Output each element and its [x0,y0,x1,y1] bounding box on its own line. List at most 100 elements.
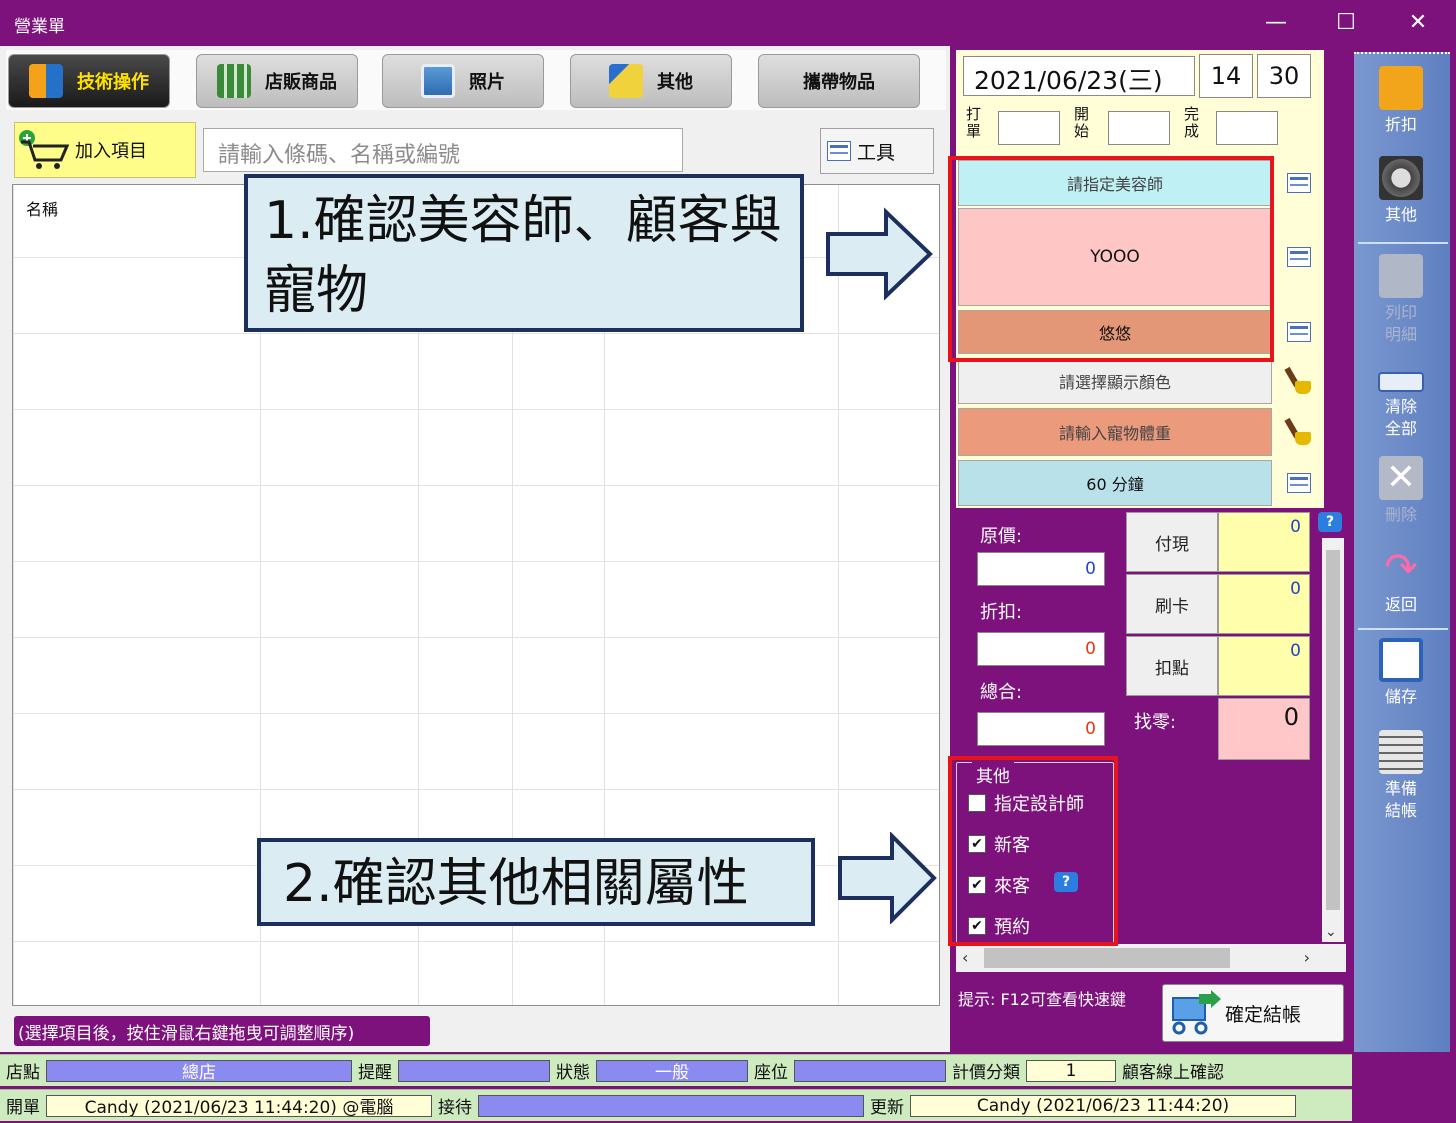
status-row-1: 店點 總店 提醒 狀態 一般 座位 計價分類 1 顧客線上確認 [0,1054,1352,1086]
customer-list-button[interactable] [1276,208,1322,306]
help-icon[interactable]: ? [1318,512,1342,532]
open-field: Candy (2021/06/23 11:44:20) @電腦 [46,1094,432,1117]
change-label: 找零: [1134,712,1177,733]
clear-color-button[interactable] [1276,358,1322,404]
remind-label: 提醒 [358,1063,392,1083]
confirm-checkout-label: 確定結帳 [1225,1003,1302,1026]
column-header-name[interactable]: 名稱 [26,196,58,220]
toolbar-label: 刪除 [1384,505,1417,524]
date-field[interactable]: 2021/06/23(三) [963,56,1195,96]
list-icon [1287,247,1311,267]
original-price-field[interactable]: 0 [977,552,1105,586]
title-bar [0,0,1456,46]
total-field[interactable]: 0 [977,712,1105,746]
scroll-thumb[interactable] [1326,550,1340,910]
arrow-right-icon [826,207,933,301]
duration-list-button[interactable] [1276,460,1322,506]
tools-label: 工具 [857,141,896,164]
chevron-down-icon[interactable]: ⌄ [1325,924,1337,940]
tools-button[interactable]: 工具 [820,128,934,174]
beautician-list-button[interactable] [1276,160,1322,206]
clear-weight-button[interactable] [1276,408,1322,456]
reception-field[interactable] [478,1094,864,1117]
technical-icon [29,64,63,98]
store-field[interactable]: 總店 [46,1059,352,1082]
return-icon: ↷ [1384,545,1418,591]
cart-checkout-icon [1172,990,1221,1035]
list-hint: (選擇項目後，按住滑鼠右鍵拖曳可調整順序) [14,1016,430,1046]
window-title: 營業單 [14,17,65,37]
discount-label: 折扣: [980,602,1023,623]
add-item-button[interactable]: 加入項目 [14,122,196,178]
punch-label: 打單 [966,105,982,140]
weight-button[interactable]: 請輸入寵物體重 [958,408,1272,456]
cash-field[interactable]: 0 [1218,512,1310,572]
photo-icon [421,64,455,98]
toolbar-separator [1358,242,1448,244]
broom-icon [1286,418,1312,446]
clear-all-button[interactable]: 清除全部 [1362,372,1440,440]
other-button[interactable]: 其他 [1362,156,1440,226]
toolbar-label: 列印明細 [1384,303,1417,344]
clear-icon [1378,372,1424,392]
search-input[interactable]: 請輸入條碼、名稱或編號 [203,128,683,172]
chevron-right-icon[interactable]: › [1304,948,1310,967]
minimize-button[interactable]: — [1256,8,1296,38]
list-icon [827,141,851,161]
punch-time-field[interactable] [998,111,1060,145]
tab-photos[interactable]: 照片 [382,54,544,108]
print-detail-button[interactable]: 列印明細 [1362,254,1440,346]
minute-field[interactable]: 30 [1257,54,1311,98]
list-icon [1287,473,1311,493]
duration-button[interactable]: 60 分鐘 [958,460,1272,506]
color-button[interactable]: 請選擇顯示顏色 [958,358,1272,404]
close-button[interactable]: ✕ [1398,8,1438,38]
seat-field[interactable] [794,1059,946,1082]
horizontal-scrollbar[interactable]: ‹ › [956,944,1346,972]
delete-icon: ✕ [1379,456,1423,500]
total-label: 總合: [980,682,1023,703]
maximize-button[interactable]: ☐ [1326,8,1366,38]
open-label: 開單 [6,1098,40,1118]
toolbar-separator [1358,628,1448,630]
annotation-step1: 1.確認美容師、顧客與寵物 [244,174,804,332]
bottles-icon [217,64,251,98]
hour-field[interactable]: 14 [1199,54,1253,98]
card-field[interactable]: 0 [1218,574,1310,634]
points-label: 扣點 [1126,636,1218,696]
remind-field[interactable] [398,1059,550,1082]
discount-button[interactable]: 折扣 [1362,66,1440,136]
tab-technical[interactable]: 技術操作 [8,54,170,108]
tab-label: 店販商品 [265,72,337,93]
toolbar-label: 準備結帳 [1384,779,1417,820]
annotation-step2: 2.確認其他相關屬性 [257,838,815,926]
toolbar-label: 其他 [1384,205,1417,224]
confirm-checkout-button[interactable]: 確定結帳 [1162,984,1344,1042]
card-label: 刷卡 [1126,574,1218,634]
return-button[interactable]: ↷ 返回 [1362,546,1440,616]
tab-other[interactable]: 其他 [570,54,732,108]
arrow-right-icon [838,832,937,924]
chevron-left-icon[interactable]: ‹ [962,948,968,967]
start-time-field[interactable] [1108,111,1170,145]
change-field: 0 [1218,698,1310,760]
delete-button[interactable]: ✕ 刪除 [1362,456,1440,526]
tab-label: 照片 [469,72,505,93]
prepare-checkout-button[interactable]: 準備結帳 [1362,730,1440,822]
pet-list-button[interactable] [1276,310,1322,354]
state-field[interactable]: 一般 [596,1059,748,1082]
broom-icon [1286,367,1312,395]
tab-retail[interactable]: 店販商品 [196,54,358,108]
toolbar-label: 折扣 [1384,115,1417,134]
finish-time-field[interactable] [1216,111,1278,145]
tab-label: 攜帶物品 [803,72,875,93]
vertical-scrollbar[interactable]: ⌄ [1322,538,1344,942]
tab-carry-items[interactable]: 攜帶物品 [758,54,920,108]
scroll-thumb[interactable] [984,948,1230,968]
tab-label: 技術操作 [77,72,149,93]
list-icon [1287,322,1311,342]
points-field[interactable]: 0 [1218,636,1310,696]
save-button[interactable]: 儲存 [1362,638,1440,708]
discount-field[interactable]: 0 [977,632,1105,666]
price-class-field[interactable]: 1 [1026,1059,1116,1082]
